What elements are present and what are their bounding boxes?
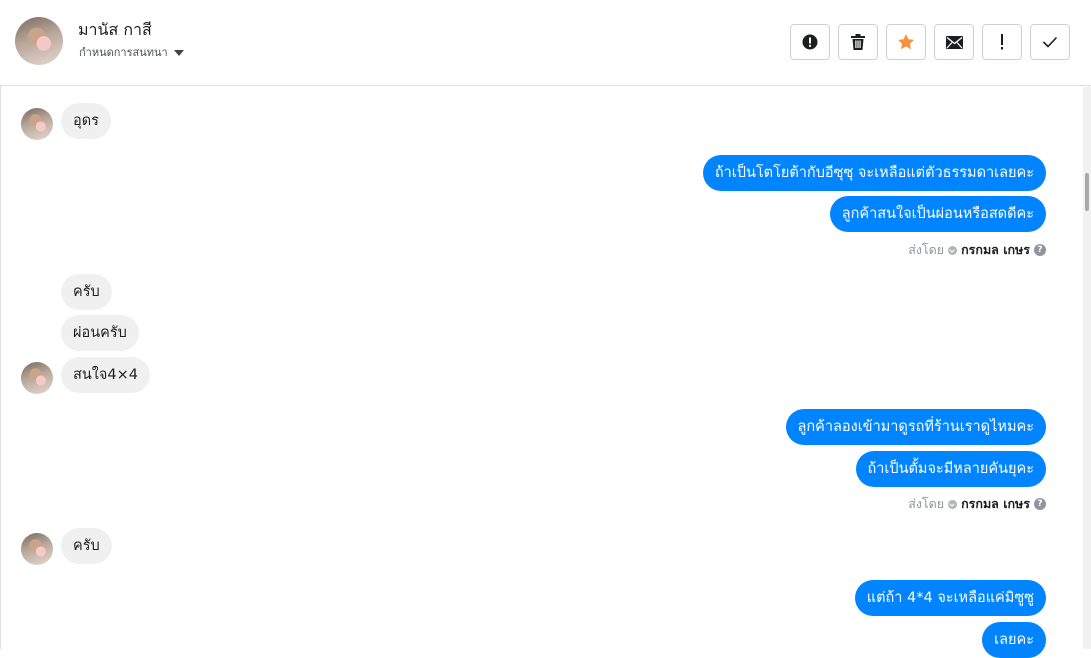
sent-by-agent[interactable]: กรกมล เกษร	[961, 240, 1030, 260]
scrollbar-thumb[interactable]	[1085, 173, 1089, 211]
mark-done-button[interactable]	[1030, 24, 1070, 60]
spam-button[interactable]	[790, 24, 830, 60]
star-button[interactable]	[886, 24, 926, 60]
alert-circle-icon	[802, 34, 818, 50]
assign-conversation-dropdown[interactable]: กำหนดการสนทนา	[79, 43, 184, 61]
verified-badge-icon	[948, 245, 958, 255]
contact-avatar[interactable]	[15, 17, 63, 65]
outgoing-message[interactable]: แต่ถ้า 4*4 จะเหลือแค่มิซูซู	[854, 580, 1046, 616]
exclamation-icon	[1001, 34, 1003, 50]
outgoing-message[interactable]: ลูกค้าลองเข้ามาดูรถที่ร้านเราดูไหมคะ	[785, 409, 1046, 445]
star-icon	[897, 34, 915, 50]
outgoing-message[interactable]: เลยคะ	[982, 622, 1046, 658]
thread-scrollbar[interactable]	[1083, 87, 1091, 649]
conversation-header: มานัส กาสี กำหนดการสนทนา	[0, 0, 1091, 86]
sent-by-label: ส่งโดย	[908, 496, 945, 511]
sender-avatar[interactable]	[21, 108, 53, 140]
incoming-message[interactable]: ครับ	[61, 528, 112, 564]
outgoing-message[interactable]: ถ้าเป็นตั้มจะมีหลายคันยุคะ	[855, 451, 1046, 487]
contact-name[interactable]: มานัส กาสี	[78, 18, 152, 43]
caret-down-icon	[173, 49, 184, 56]
header-actions	[790, 24, 1070, 60]
check-icon	[1042, 36, 1058, 48]
incoming-message[interactable]: อุดร	[61, 103, 111, 139]
assign-label: กำหนดการสนทนา	[79, 46, 168, 59]
incoming-message[interactable]: สนใจ4×4	[61, 357, 150, 393]
outgoing-message[interactable]: ลูกค้าสนใจเป็นผ่อนหรือสดดีคะ	[829, 196, 1046, 232]
sent-by-agent[interactable]: กรกมล เกษร	[961, 494, 1030, 514]
sent-by-line: ส่งโดย กรกมล เกษร ?	[908, 240, 1046, 260]
envelope-icon	[945, 35, 963, 49]
follow-up-button[interactable]	[982, 24, 1022, 60]
incoming-message[interactable]: ครับ	[61, 274, 112, 310]
delete-button[interactable]	[838, 24, 878, 60]
sender-avatar[interactable]	[21, 533, 53, 565]
outgoing-message[interactable]: ถ้าเป็นโตโยต้ากับอีซุซุ จะเหลือแต่ตัวธรร…	[702, 155, 1046, 191]
verified-badge-icon	[948, 499, 958, 509]
sent-by-line: ส่งโดย กรกมล เกษร ?	[908, 494, 1046, 514]
message-thread: อุดร ถ้าเป็นโตโยต้ากับอีซุซุ จะเหลือแต่ต…	[0, 87, 1082, 658]
incoming-message[interactable]: ผ่อนครับ	[61, 315, 139, 351]
mark-unread-button[interactable]	[934, 24, 974, 60]
sender-avatar[interactable]	[21, 362, 53, 394]
sent-by-label: ส่งโดย	[908, 242, 945, 257]
help-icon[interactable]: ?	[1034, 244, 1046, 256]
help-icon[interactable]: ?	[1034, 498, 1046, 510]
trash-icon	[851, 34, 865, 50]
